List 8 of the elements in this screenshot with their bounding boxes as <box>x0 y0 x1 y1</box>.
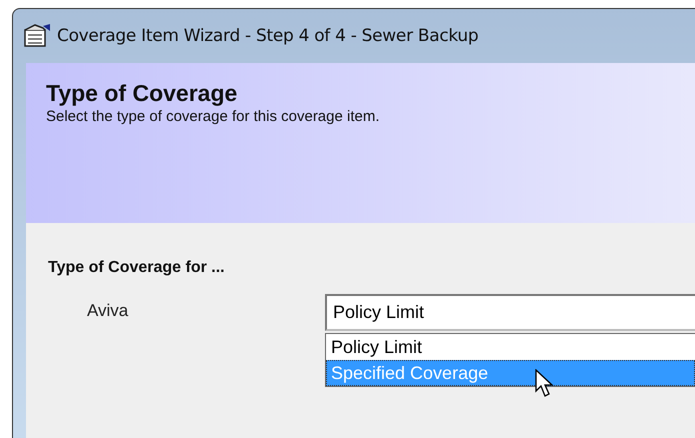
section-title: Type of Coverage for ... <box>48 259 226 277</box>
header-title: Type of Coverage <box>46 80 238 107</box>
wizard-icon <box>23 24 51 48</box>
window-title: Coverage Item Wizard - Step 4 of 4 - Sewer Backup <box>57 26 478 46</box>
dropdown-field[interactable]: Policy Limit <box>325 294 695 331</box>
header-subtitle: Select the type of coverage for this coverage item. <box>46 108 381 125</box>
dropdown-option[interactable]: Policy Limit <box>326 334 695 360</box>
field-label: Aviva <box>86 300 130 322</box>
